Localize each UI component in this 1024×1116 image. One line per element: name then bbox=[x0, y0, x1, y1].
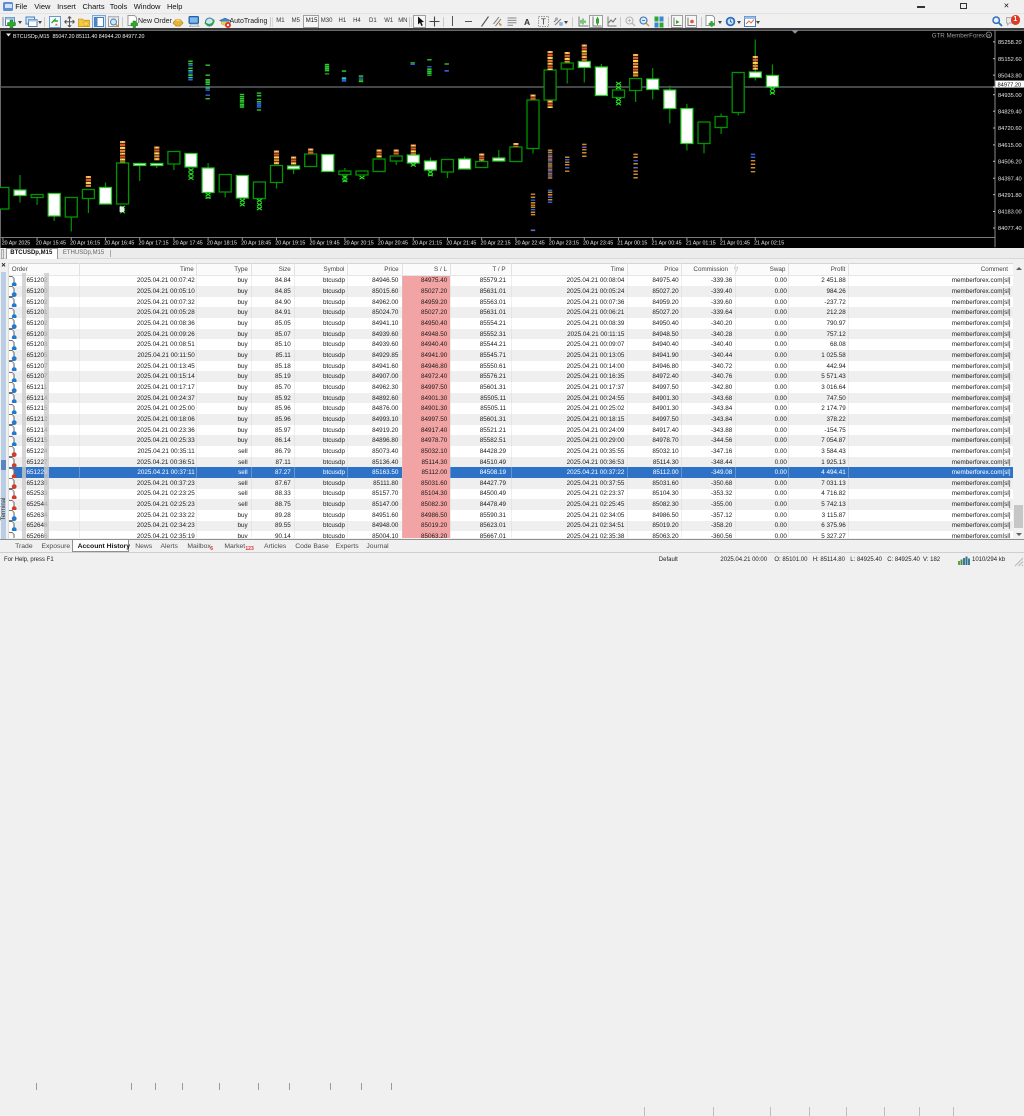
svg-text:T: T bbox=[541, 18, 546, 27]
svg-text:84506.20: 84506.20 bbox=[998, 160, 1022, 166]
svg-text:20 Apr 21:15: 20 Apr 21:15 bbox=[412, 241, 442, 247]
svg-text:20 Apr 2025: 20 Apr 2025 bbox=[2, 241, 31, 247]
svg-text:84615.00: 84615.00 bbox=[998, 143, 1022, 149]
svg-text:20 Apr 21:45: 20 Apr 21:45 bbox=[446, 241, 476, 247]
svg-text:84077.40: 84077.40 bbox=[998, 226, 1022, 232]
svg-text:84977.20: 84977.20 bbox=[998, 83, 1022, 89]
svg-text:21 Apr 02:15: 21 Apr 02:15 bbox=[754, 241, 784, 247]
svg-text:GTR MemberForex: GTR MemberForex bbox=[932, 33, 986, 40]
svg-text:20 Apr 18:45: 20 Apr 18:45 bbox=[241, 241, 271, 247]
svg-text:21 Apr 01:15: 21 Apr 01:15 bbox=[686, 241, 716, 247]
svg-text:84720.60: 84720.60 bbox=[998, 126, 1022, 132]
svg-text:20 Apr 19:45: 20 Apr 19:45 bbox=[310, 241, 340, 247]
svg-text:20 Apr 16:45: 20 Apr 16:45 bbox=[104, 241, 134, 247]
svg-text:20 Apr 17:15: 20 Apr 17:15 bbox=[139, 241, 169, 247]
svg-text:84829.40: 84829.40 bbox=[998, 109, 1022, 115]
svg-text:85043.80: 85043.80 bbox=[998, 73, 1022, 79]
svg-text:84935.00: 84935.00 bbox=[998, 93, 1022, 99]
svg-text:84397.40: 84397.40 bbox=[998, 176, 1022, 182]
svg-text:20 Apr 20:45: 20 Apr 20:45 bbox=[378, 241, 408, 247]
svg-text:21 Apr 00:15: 21 Apr 00:15 bbox=[617, 241, 647, 247]
svg-text:20 Apr 16:15: 20 Apr 16:15 bbox=[70, 241, 100, 247]
svg-text:20 Apr 22:45: 20 Apr 22:45 bbox=[515, 241, 545, 247]
svg-text:20 Apr 22:15: 20 Apr 22:15 bbox=[481, 241, 511, 247]
svg-text:20 Apr 18:15: 20 Apr 18:15 bbox=[207, 241, 237, 247]
svg-text:20 Apr 19:15: 20 Apr 19:15 bbox=[275, 241, 305, 247]
svg-text:85152.60: 85152.60 bbox=[998, 57, 1022, 63]
svg-text:84291.80: 84291.80 bbox=[998, 193, 1022, 199]
svg-text:20 Apr 17:45: 20 Apr 17:45 bbox=[173, 241, 203, 247]
svg-text:84183.00: 84183.00 bbox=[998, 210, 1022, 216]
svg-text:21 Apr 01:45: 21 Apr 01:45 bbox=[720, 241, 750, 247]
svg-text:20 Apr 23:15: 20 Apr 23:15 bbox=[549, 241, 579, 247]
svg-text:20 Apr 23:45: 20 Apr 23:45 bbox=[583, 241, 613, 247]
svg-text:20 Apr 15:45: 20 Apr 15:45 bbox=[36, 241, 66, 247]
svg-text:85258.20: 85258.20 bbox=[998, 40, 1022, 46]
svg-text:BTCUSDp,M15 85047.20 85111.40: BTCUSDp,M15 85047.20 85111.40 84944.20 8… bbox=[13, 34, 144, 40]
svg-text:21 Apr 00:45: 21 Apr 00:45 bbox=[652, 241, 682, 247]
svg-text:20 Apr 20:15: 20 Apr 20:15 bbox=[344, 241, 374, 247]
